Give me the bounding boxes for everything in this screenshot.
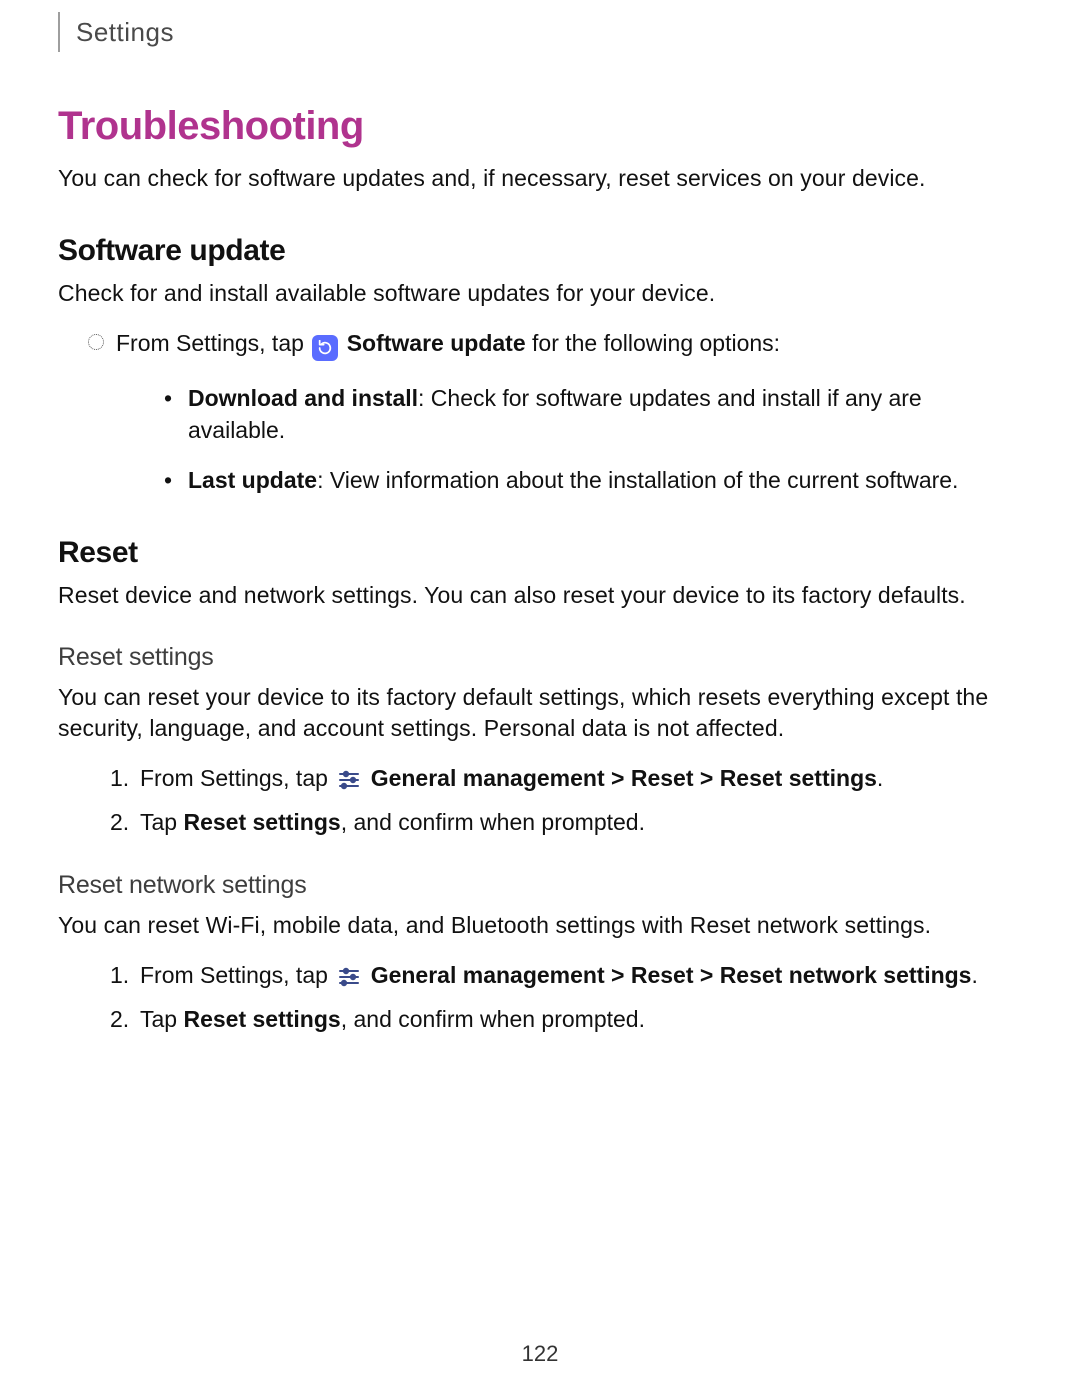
step-pre: Tap — [140, 809, 183, 835]
reset-settings-body: You can reset your device to its factory… — [58, 682, 1022, 744]
software-update-options: Download and install: Check for software… — [58, 383, 1022, 496]
step-item: 2. Tap Reset settings, and confirm when … — [110, 806, 1022, 839]
step-post: , and confirm when prompted. — [341, 1006, 645, 1032]
step-item: 2. Tap Reset settings, and confirm when … — [110, 1003, 1022, 1036]
step-pre: From Settings, tap — [140, 765, 334, 791]
software-update-lead: From Settings, tap Software update for t… — [58, 327, 1022, 361]
breadcrumb-label: Settings — [76, 17, 174, 48]
lead-post: for the following options: — [532, 330, 780, 356]
reset-body: Reset device and network settings. You c… — [58, 580, 1022, 611]
general-management-icon — [336, 767, 362, 793]
reset-settings-heading: Reset settings — [58, 643, 1022, 672]
software-update-body: Check for and install available software… — [58, 278, 1022, 309]
step-path: General management > Reset > Reset netwo… — [371, 962, 972, 988]
step-number: 1. — [110, 762, 129, 795]
reset-settings-steps: 1. From Settings, tap General management… — [58, 762, 1022, 839]
step-number: 2. — [110, 1003, 129, 1036]
option-label: Download and install — [188, 385, 418, 411]
page-title: Troubleshooting — [58, 104, 1022, 149]
general-management-icon — [336, 964, 362, 990]
step-post: , and confirm when prompted. — [341, 809, 645, 835]
step-number: 2. — [110, 806, 129, 839]
intro-paragraph: You can check for software updates and, … — [58, 163, 1022, 194]
list-item: Download and install: Check for software… — [164, 383, 1022, 446]
option-label: Last update — [188, 467, 317, 493]
list-item: Last update: View information about the … — [164, 465, 1022, 497]
lead-bold: Software update — [347, 330, 526, 356]
reset-network-heading: Reset network settings — [58, 871, 1022, 900]
step-post: . — [971, 962, 977, 988]
page-number: 122 — [0, 1341, 1080, 1367]
step-item: 1. From Settings, tap General management… — [110, 959, 1022, 992]
lead-pre: From Settings, tap — [116, 330, 310, 356]
step-number: 1. — [110, 959, 129, 992]
reset-network-steps: 1. From Settings, tap General management… — [58, 959, 1022, 1036]
step-path: General management > Reset > Reset setti… — [371, 765, 877, 791]
software-update-heading: Software update — [58, 234, 1022, 268]
reset-heading: Reset — [58, 536, 1022, 570]
reset-network-body: You can reset Wi-Fi, mobile data, and Bl… — [58, 910, 1022, 941]
step-bold: Reset settings — [183, 1006, 340, 1032]
breadcrumb: Settings — [58, 12, 1022, 52]
step-post: . — [877, 765, 883, 791]
hollow-bullet-icon — [88, 334, 104, 350]
step-bold: Reset settings — [183, 809, 340, 835]
step-pre: From Settings, tap — [140, 962, 334, 988]
update-icon — [312, 335, 338, 361]
step-item: 1. From Settings, tap General management… — [110, 762, 1022, 795]
option-desc: : View information about the installatio… — [317, 467, 958, 493]
step-pre: Tap — [140, 1006, 183, 1032]
